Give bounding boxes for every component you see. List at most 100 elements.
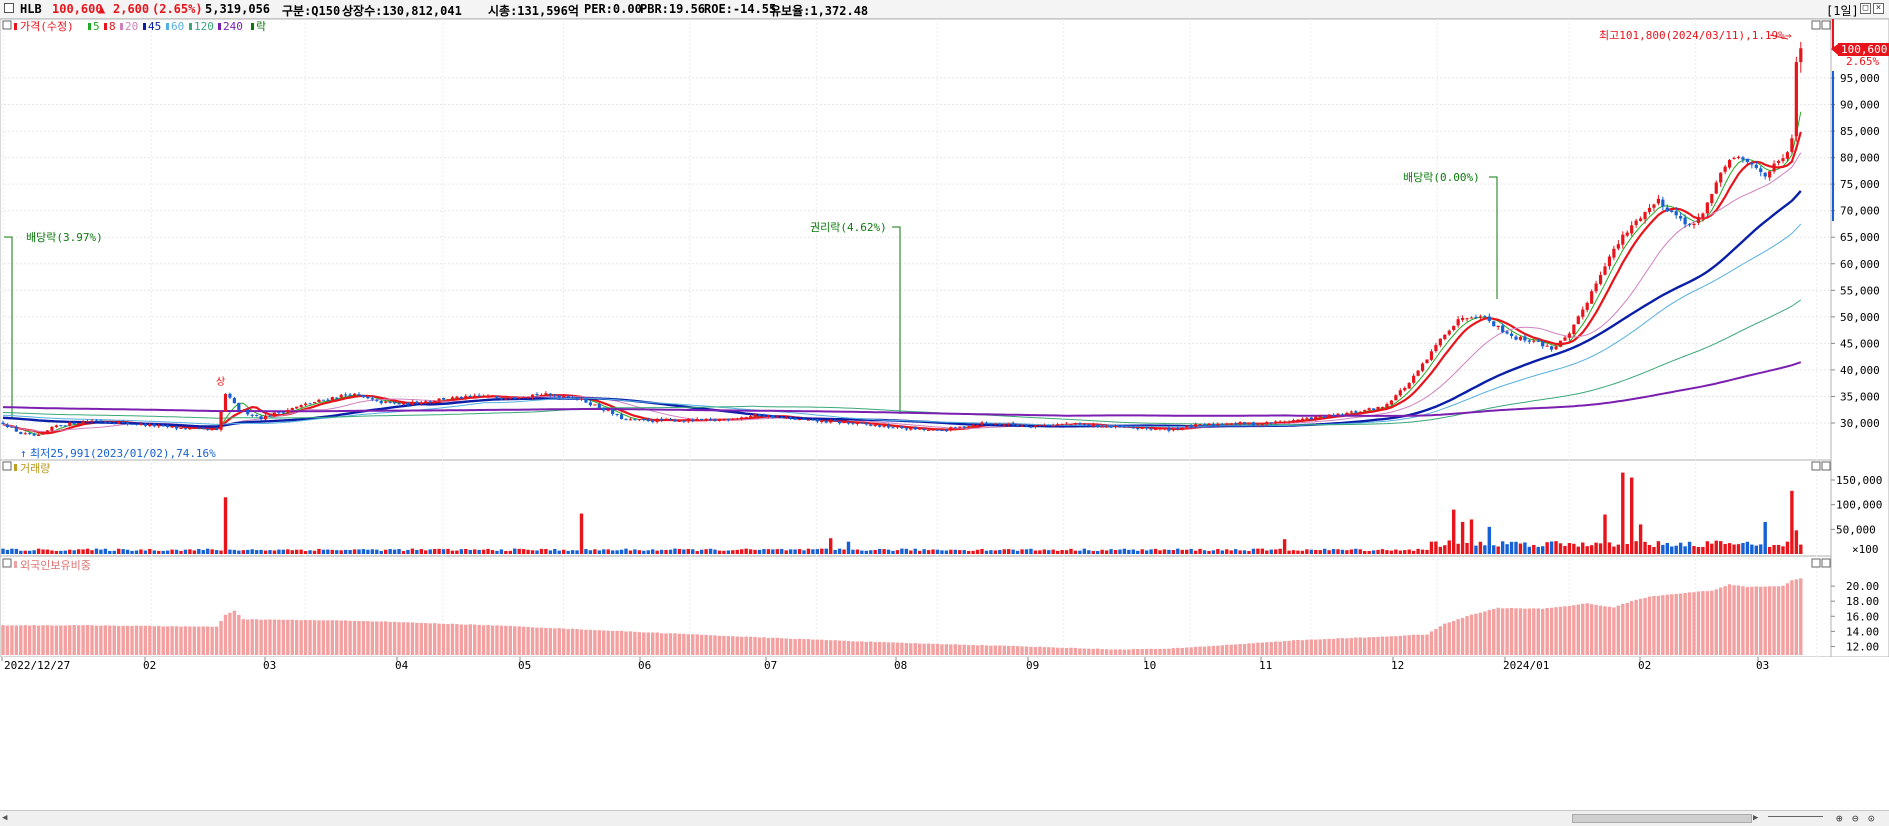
volume-bar: [1389, 550, 1394, 554]
foreign-bar: [90, 625, 94, 655]
candle-body: [1728, 159, 1732, 168]
candle-body: [557, 395, 561, 398]
foreign-bar: [1536, 608, 1540, 655]
foreign-bar: [935, 643, 940, 655]
volume-bar: [1741, 542, 1745, 554]
foreign-bar: [909, 643, 913, 655]
foreign-bar: [330, 620, 334, 655]
foreign-bar: [432, 623, 437, 655]
volume-bar: [72, 550, 76, 554]
volume-bar: [370, 549, 375, 554]
trade-volume: 5,319,056: [205, 2, 271, 16]
volume-bar: [829, 538, 833, 554]
candle-body: [927, 429, 931, 431]
time-tick-label: 10: [1143, 659, 1156, 672]
scroll-bar-area[interactable]: ◀ ▶ ⊕ ⊖ ⊙: [0, 810, 1889, 826]
volume-bar: [1754, 545, 1758, 554]
price-tick-label: 90,000: [1840, 99, 1880, 112]
foreign-bar: [268, 619, 272, 655]
foreign-bar: [232, 610, 237, 655]
zoom-out-icon[interactable]: ⊖: [1852, 812, 1859, 825]
volume-bar: [575, 550, 579, 554]
foreign-bar: [473, 624, 477, 655]
candle-body: [673, 419, 677, 422]
menu-icon[interactable]: [4, 3, 14, 13]
candle-body: [375, 399, 379, 401]
foreign-panel-menu-icon[interactable]: [2, 558, 12, 568]
volume-bar: [214, 550, 219, 554]
foreign-panel-close-button[interactable]: [1821, 558, 1831, 568]
zoom-reset-icon[interactable]: ⊙: [1868, 812, 1875, 825]
candle-body: [228, 393, 232, 398]
candle-body: [504, 398, 508, 400]
price-panel-min-button[interactable]: [1811, 20, 1821, 30]
candle-body: [660, 418, 664, 421]
candle-body: [1220, 424, 1224, 426]
volume-panel-close-button[interactable]: [1821, 461, 1831, 471]
volume-bar: [593, 549, 597, 554]
volume-bar: [717, 550, 722, 554]
foreign-bar: [891, 642, 895, 655]
candle-body: [1127, 426, 1131, 428]
candle-body: [895, 426, 900, 428]
foreign-bar: [392, 621, 397, 655]
foreign-bar: [1220, 645, 1224, 655]
candle-body: [1478, 316, 1482, 318]
volume-bar: [1011, 549, 1015, 554]
time-tick-label: 06: [638, 659, 651, 672]
candle-body: [1229, 423, 1233, 425]
foreign-bar: [1122, 649, 1127, 655]
volume-bar: [966, 551, 971, 554]
scroll-thumb[interactable]: [1572, 814, 1752, 823]
stock-chart[interactable]: 30,000 35,000 40,000 45,000 50,000 55,000 60,0…: [0, 19, 1889, 810]
zoom-in-icon[interactable]: ⊕: [1836, 812, 1843, 825]
scroll-left-icon[interactable]: ◀: [2, 813, 12, 823]
candle-body: [1541, 341, 1545, 347]
zoom-slider[interactable]: [1768, 816, 1823, 822]
volume-panel-menu-icon[interactable]: [2, 461, 12, 471]
candle-body: [77, 423, 81, 425]
volume-bar: [286, 549, 290, 554]
volume-bar: [1198, 548, 1202, 554]
foreign-bar: [1460, 617, 1465, 655]
candle-body: [63, 425, 67, 427]
foreign-panel-min-button[interactable]: [1811, 558, 1821, 568]
volume-bar: [962, 550, 966, 554]
foreign-bar: [855, 641, 860, 655]
volume-bar: [588, 550, 593, 554]
candle-body: [1185, 425, 1189, 428]
foreign-bar: [1447, 622, 1451, 655]
foreign-bar: [1532, 608, 1536, 655]
foreign-bar: [1496, 607, 1500, 655]
candle-body: [1331, 415, 1336, 417]
candle-body: [1113, 426, 1118, 428]
candle-body: [161, 425, 165, 427]
candle-body: [1452, 325, 1456, 330]
candle-body: [1461, 318, 1465, 320]
volume-bar: [784, 550, 788, 554]
market-cap: 시총:131,596억: [488, 4, 579, 18]
volume-bar: [1411, 550, 1416, 554]
volume-bar: [428, 549, 432, 554]
foreign-bar: [1149, 648, 1153, 655]
volume-bar: [1069, 548, 1073, 554]
panel-menu-icon[interactable]: [2, 20, 12, 30]
foreign-bar: [1069, 647, 1073, 655]
period-selector[interactable]: [1일]: [1826, 2, 1859, 19]
foreign-bar: [1634, 599, 1638, 655]
foreign-bar: [824, 640, 828, 655]
volume-bar: [673, 548, 677, 554]
foreign-bar: [441, 623, 446, 655]
volume-bar: [935, 549, 940, 554]
volume-bar: [14, 548, 19, 554]
foreign-bar: [1625, 602, 1629, 655]
volume-bar: [1403, 550, 1407, 554]
price-panel-close-button[interactable]: [1821, 20, 1831, 30]
scroll-right-icon[interactable]: ▶: [1753, 813, 1763, 823]
candle-body: [1251, 422, 1256, 426]
volume-panel-min-button[interactable]: [1811, 461, 1821, 471]
foreign-bar: [1465, 616, 1469, 655]
maximize-button[interactable]: □: [1860, 3, 1871, 14]
candle-body: [579, 398, 584, 400]
close-button[interactable]: ×: [1873, 3, 1884, 14]
